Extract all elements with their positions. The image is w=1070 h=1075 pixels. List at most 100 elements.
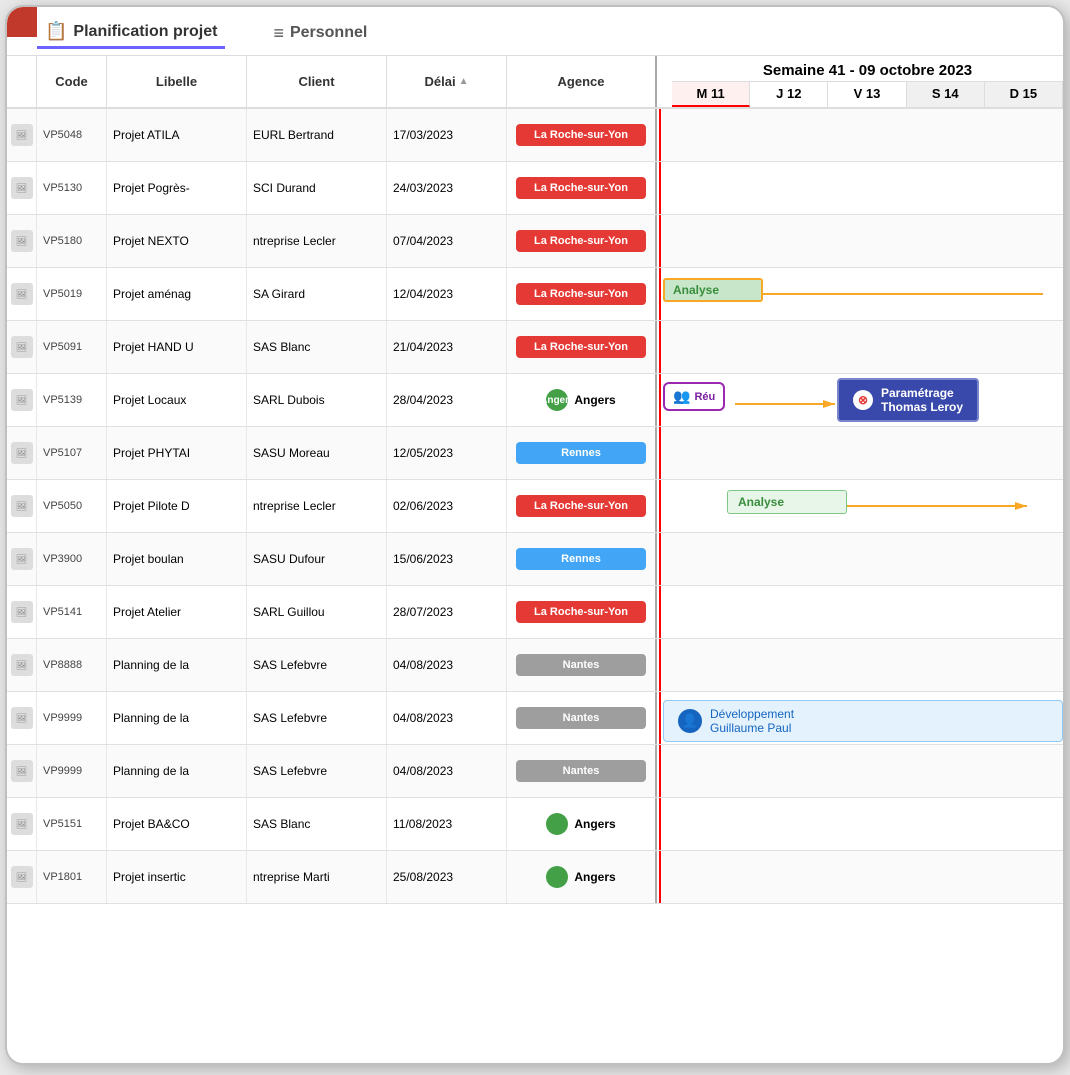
row-code: VP5091 bbox=[37, 321, 107, 373]
row-client: ntreprise Marti bbox=[247, 851, 387, 903]
row-client: SAS Blanc bbox=[247, 798, 387, 850]
row-libelle: Planning de la bbox=[107, 745, 247, 797]
row-libelle: Projet boulan bbox=[107, 533, 247, 585]
table-row: 🖼 VP5048 Projet ATILA EURL Bertrand 17/0… bbox=[7, 109, 1063, 162]
row-icon-cell: 🖼 bbox=[7, 639, 37, 691]
row-client: SAS Blanc bbox=[247, 321, 387, 373]
row-icon-cell: 🖼 bbox=[7, 427, 37, 479]
day-header-sun: D 15 bbox=[985, 82, 1063, 107]
col-client-header: Client bbox=[247, 56, 387, 107]
row-libelle: Projet insertic bbox=[107, 851, 247, 903]
table-row: 🖼 VP5107 Projet PHYTAI SASU Moreau 12/05… bbox=[7, 427, 1063, 480]
row-agence: Nantes bbox=[507, 692, 657, 744]
row-icon: 🖼 bbox=[11, 866, 33, 888]
row-agence: La Roche-sur-Yon bbox=[507, 109, 657, 161]
row-delai: 15/06/2023 bbox=[387, 533, 507, 585]
agence-badge: La Roche-sur-Yon bbox=[516, 601, 646, 623]
reu-badge[interactable]: 👥 Réu bbox=[663, 382, 725, 411]
calendar-header: Semaine 41 - 09 octobre 2023 M 11 J 12 V… bbox=[672, 56, 1063, 107]
tab-personnel[interactable]: ≡ Personnel bbox=[265, 19, 375, 48]
row-icon: 🖼 bbox=[11, 442, 33, 464]
gantt-arrow bbox=[763, 284, 1063, 304]
agence-badge: La Roche-sur-Yon bbox=[516, 230, 646, 252]
row-code: VP5139 bbox=[37, 374, 107, 426]
row-client: SCI Durand bbox=[247, 162, 387, 214]
row-client: ntreprise Lecler bbox=[247, 215, 387, 267]
gantt-analyse-label: Analyse bbox=[673, 283, 719, 297]
agence-badge: La Roche-sur-Yon bbox=[516, 336, 646, 358]
row-icon-cell: 🖼 bbox=[7, 798, 37, 850]
reu-label: Réu bbox=[694, 391, 715, 403]
row-client: SARL Dubois bbox=[247, 374, 387, 426]
row-agence: La Roche-sur-Yon bbox=[507, 215, 657, 267]
sort-icon[interactable]: ▲ bbox=[459, 76, 469, 87]
top-bar: 📋 Planification projet ≡ Personnel bbox=[7, 7, 1063, 56]
day-header-sat: S 14 bbox=[907, 82, 985, 107]
dev-person: Guillaume Paul bbox=[710, 721, 794, 735]
row-code: VP5048 bbox=[37, 109, 107, 161]
row-client: SASU Moreau bbox=[247, 427, 387, 479]
table-row: 🖼 VP5151 Projet BA&CO SAS Blanc 11/08/20… bbox=[7, 798, 1063, 851]
day-headers: M 11 J 12 V 13 S 14 D 15 bbox=[672, 82, 1063, 107]
row-client: SAS Lefebvre bbox=[247, 692, 387, 744]
agence-badge: Nantes bbox=[516, 654, 646, 676]
row-client: EURL Bertrand bbox=[247, 109, 387, 161]
row-icon-cell: 🖼 bbox=[7, 268, 37, 320]
row-libelle: Projet Locaux bbox=[107, 374, 247, 426]
param-popup[interactable]: ⊗ Paramétrage Thomas Leroy bbox=[837, 378, 979, 422]
day-header-fri: V 13 bbox=[828, 82, 906, 107]
row-agence: Angers bbox=[507, 851, 657, 903]
dev-popup[interactable]: 👤 Développement Guillaume Paul bbox=[663, 700, 1063, 742]
row-icon: 🖼 bbox=[11, 230, 33, 252]
row-code: VP5107 bbox=[37, 427, 107, 479]
row-code: VP3900 bbox=[37, 533, 107, 585]
row-agence: La Roche-sur-Yon bbox=[507, 321, 657, 373]
row-delai: 21/04/2023 bbox=[387, 321, 507, 373]
dev-person-icon: 👤 bbox=[678, 709, 702, 733]
row-icon-cell: 🖼 bbox=[7, 321, 37, 373]
table-body: 🖼 VP5048 Projet ATILA EURL Bertrand 17/0… bbox=[7, 109, 1063, 1064]
gantt-analyse-bar[interactable]: Analyse bbox=[663, 278, 763, 302]
row-code: VP5019 bbox=[37, 268, 107, 320]
agence-dot bbox=[546, 813, 568, 835]
row-icon: 🖼 bbox=[11, 389, 33, 411]
row-client: SASU Dufour bbox=[247, 533, 387, 585]
row-libelle: Planning de la bbox=[107, 692, 247, 744]
row-libelle: Projet Atelier bbox=[107, 586, 247, 638]
planification-icon: 📋 bbox=[45, 21, 67, 42]
tab-planification[interactable]: 📋 Planification projet bbox=[37, 17, 225, 49]
param-icon: ⊗ bbox=[853, 390, 873, 410]
gantt-analyse-outline[interactable]: Analyse bbox=[727, 490, 847, 514]
gantt-arrow2 bbox=[847, 496, 1047, 516]
row-icon-cell: 🖼 bbox=[7, 692, 37, 744]
agence-badge: Rennes bbox=[516, 442, 646, 464]
row-icon-cell: 🖼 bbox=[7, 586, 37, 638]
col-libelle-header: Libelle bbox=[107, 56, 247, 107]
row-libelle: Projet ATILA bbox=[107, 109, 247, 161]
row-icon: 🖼 bbox=[11, 283, 33, 305]
row-delai: 17/03/2023 bbox=[387, 109, 507, 161]
row-icon-cell: 🖼 bbox=[7, 109, 37, 161]
row-agence: Rennes bbox=[507, 427, 657, 479]
week-title: Semaine 41 - 09 octobre 2023 bbox=[672, 56, 1063, 82]
row-icon: 🖼 bbox=[11, 548, 33, 570]
table-row: 🖼 VP3900 Projet boulan SASU Dufour 15/06… bbox=[7, 533, 1063, 586]
table-row: 🖼 VP1801 Projet insertic ntreprise Marti… bbox=[7, 851, 1063, 904]
day-header-mon: M 11 bbox=[672, 82, 750, 107]
row-icon: 🖼 bbox=[11, 177, 33, 199]
table-row: 🖼 VP5141 Projet Atelier SARL Guillou 28/… bbox=[7, 586, 1063, 639]
row-libelle: Projet HAND U bbox=[107, 321, 247, 373]
row-libelle: Planning de la bbox=[107, 639, 247, 691]
row-code: VP9999 bbox=[37, 745, 107, 797]
reu-icon: 👥 bbox=[673, 388, 690, 405]
table-row: 🖼 VP9999 Planning de la SAS Lefebvre 04/… bbox=[7, 745, 1063, 798]
row-delai: 24/03/2023 bbox=[387, 162, 507, 214]
row-icon-cell: 🖼 bbox=[7, 533, 37, 585]
row-delai: 02/06/2023 bbox=[387, 480, 507, 532]
row-icon-cell: 🖼 bbox=[7, 374, 37, 426]
row-code: VP1801 bbox=[37, 851, 107, 903]
agence-badge: La Roche-sur-Yon bbox=[516, 283, 646, 305]
row-code: VP5151 bbox=[37, 798, 107, 850]
row-agence: Nantes bbox=[507, 745, 657, 797]
table-row: 🖼 VP9999 Planning de la SAS Lefebvre 04/… bbox=[7, 692, 1063, 745]
